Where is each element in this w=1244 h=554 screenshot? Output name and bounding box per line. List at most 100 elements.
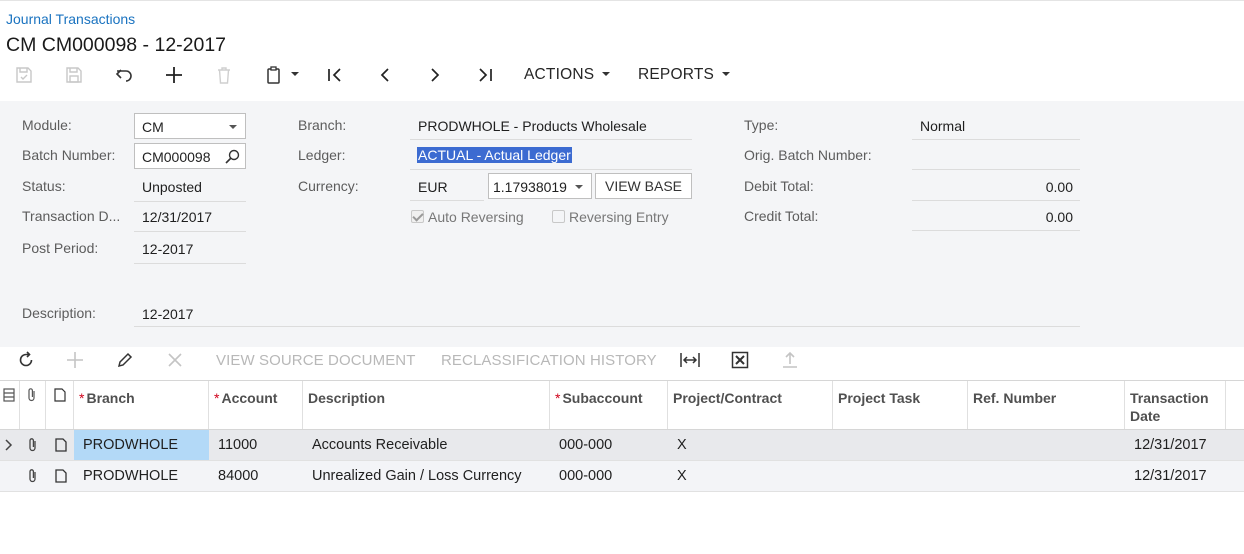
- credit-total-value: 0.00: [1045, 209, 1073, 225]
- cell-project-contract[interactable]: X: [677, 430, 687, 460]
- branch-underline: [410, 139, 692, 140]
- attachment-icon[interactable]: [25, 437, 41, 453]
- description-underline: [134, 326, 1080, 327]
- cell-account[interactable]: 11000: [218, 430, 257, 460]
- branch-label: Branch:: [298, 117, 347, 133]
- delete-row-icon[interactable]: [163, 348, 187, 372]
- cell-account[interactable]: 84000: [218, 461, 258, 491]
- debit-total-underline: [912, 200, 1080, 201]
- type-label: Type:: [744, 117, 779, 133]
- column-header-description[interactable]: Description: [303, 381, 550, 429]
- next-record-icon[interactable]: [424, 62, 446, 88]
- module-select[interactable]: CM: [134, 113, 246, 139]
- currency-rate-select[interactable]: 1.17938019: [488, 173, 592, 199]
- delete-icon[interactable]: [212, 62, 236, 88]
- column-header-subaccount[interactable]: * Subaccount: [550, 381, 668, 429]
- add-row-icon[interactable]: [63, 348, 87, 372]
- cell-description[interactable]: Unrealized Gain / Loss Currency: [312, 461, 522, 491]
- excel-export-icon[interactable]: [728, 348, 752, 372]
- last-record-icon[interactable]: [474, 62, 496, 88]
- module-value: CM: [142, 119, 164, 135]
- reclassification-history-label: RECLASSIFICATION HISTORY: [441, 351, 657, 369]
- column-header-branch-label: Branch: [86, 390, 135, 406]
- currency-rate-value: 1.17938019: [493, 179, 567, 195]
- batch-number-value: CM000098: [142, 149, 211, 165]
- column-header-project-task[interactable]: Project Task: [833, 381, 968, 429]
- view-base-button[interactable]: VIEW BASE: [595, 173, 692, 199]
- column-header-account-label: Account: [221, 390, 278, 406]
- cell-project-contract[interactable]: X: [677, 461, 687, 491]
- ledger-value-selected: ACTUAL - Actual Ledger: [417, 147, 572, 163]
- column-header-project-task-label: Project Task: [838, 390, 921, 406]
- fit-columns-icon[interactable]: [678, 348, 702, 372]
- attachment-icon[interactable]: [25, 468, 41, 484]
- chevron-down-icon: [291, 72, 299, 76]
- page-title: CM CM000098 - 12-2017: [6, 34, 227, 56]
- note-icon[interactable]: [53, 468, 69, 484]
- undo-icon[interactable]: [112, 62, 136, 88]
- column-header-transaction-date[interactable]: Transaction Date: [1125, 381, 1226, 429]
- transaction-date-label: Transaction D...: [22, 208, 121, 224]
- clipboard-icon[interactable]: [262, 62, 302, 88]
- post-period-label: Post Period:: [22, 240, 99, 256]
- row-indicator-chevron-right-icon: [2, 437, 16, 453]
- cell-description[interactable]: Accounts Receivable: [312, 430, 447, 460]
- reports-menu[interactable]: REPORTS: [638, 62, 731, 88]
- currency-field[interactable]: EUR: [418, 179, 448, 195]
- debit-total-value: 0.00: [1045, 179, 1073, 195]
- reversing-entry-checkbox[interactable]: [552, 210, 565, 223]
- previous-record-icon[interactable]: [374, 62, 396, 88]
- column-header-ref-number-label: Ref. Number: [973, 390, 1057, 406]
- cell-transaction-date[interactable]: 12/31/2017: [1134, 430, 1207, 460]
- currency-underline: [410, 200, 484, 201]
- status-value: Unposted: [142, 179, 202, 195]
- transaction-date-field[interactable]: 12/31/2017: [142, 209, 212, 225]
- cell-subaccount[interactable]: 000-000: [559, 461, 612, 491]
- column-header-project-contract-label: Project/Contract: [673, 390, 782, 406]
- credit-total-label: Credit Total:: [744, 208, 819, 224]
- column-header-project-contract[interactable]: Project/Contract: [668, 381, 833, 429]
- auto-reversing-checkbox[interactable]: [411, 210, 424, 223]
- table-row[interactable]: PRODWHOLE 11000 Accounts Receivable 000-…: [0, 430, 1244, 461]
- cell-subaccount[interactable]: 000-000: [559, 430, 612, 460]
- grid-files-column: [20, 381, 46, 429]
- ledger-field[interactable]: ACTUAL - Actual Ledger: [417, 147, 572, 163]
- status-underline: [134, 201, 246, 202]
- add-icon[interactable]: [162, 62, 186, 88]
- description-label: Description:: [22, 305, 96, 321]
- cell-branch[interactable]: PRODWHOLE: [83, 461, 178, 491]
- breadcrumb[interactable]: Journal Transactions: [6, 11, 135, 27]
- column-header-account[interactable]: * Account: [209, 381, 303, 429]
- orig-batch-number-label: Orig. Batch Number:: [744, 147, 872, 163]
- search-icon[interactable]: [225, 149, 240, 167]
- post-period-underline: [134, 263, 246, 264]
- cell-branch[interactable]: PRODWHOLE: [74, 430, 209, 460]
- view-source-document-label: VIEW SOURCE DOCUMENT: [216, 351, 416, 369]
- upload-icon[interactable]: [778, 348, 802, 372]
- save-close-icon[interactable]: [12, 62, 36, 88]
- module-label: Module:: [22, 117, 72, 133]
- save-icon[interactable]: [62, 62, 86, 88]
- reports-label: REPORTS: [638, 66, 715, 83]
- ledger-label: Ledger:: [298, 147, 346, 163]
- actions-menu[interactable]: ACTIONS: [524, 62, 611, 88]
- cell-transaction-date[interactable]: 12/31/2017: [1134, 461, 1207, 491]
- chevron-down-icon: [722, 72, 731, 76]
- column-header-subaccount-label: Subaccount: [562, 390, 643, 406]
- branch-field[interactable]: PRODWHOLE - Products Wholesale: [418, 118, 647, 134]
- post-period-field[interactable]: 12-2017: [142, 241, 193, 257]
- first-record-icon[interactable]: [324, 62, 346, 88]
- table-row[interactable]: PRODWHOLE 84000 Unrealized Gain / Loss C…: [0, 461, 1244, 492]
- refresh-icon[interactable]: [14, 348, 38, 372]
- column-header-transaction-date-label: Transaction Date: [1130, 390, 1209, 424]
- actions-label: ACTIONS: [524, 66, 595, 83]
- batch-number-input[interactable]: CM000098: [134, 143, 246, 169]
- view-source-document-button[interactable]: VIEW SOURCE DOCUMENT: [216, 348, 416, 372]
- description-field[interactable]: 12-2017: [142, 306, 193, 322]
- column-header-ref-number[interactable]: Ref. Number: [968, 381, 1125, 429]
- note-icon[interactable]: [53, 437, 69, 453]
- batch-number-label: Batch Number:: [22, 147, 116, 163]
- column-header-branch[interactable]: * Branch: [74, 381, 209, 429]
- edit-icon[interactable]: [113, 348, 137, 372]
- reclassification-history-button[interactable]: RECLASSIFICATION HISTORY: [441, 348, 657, 372]
